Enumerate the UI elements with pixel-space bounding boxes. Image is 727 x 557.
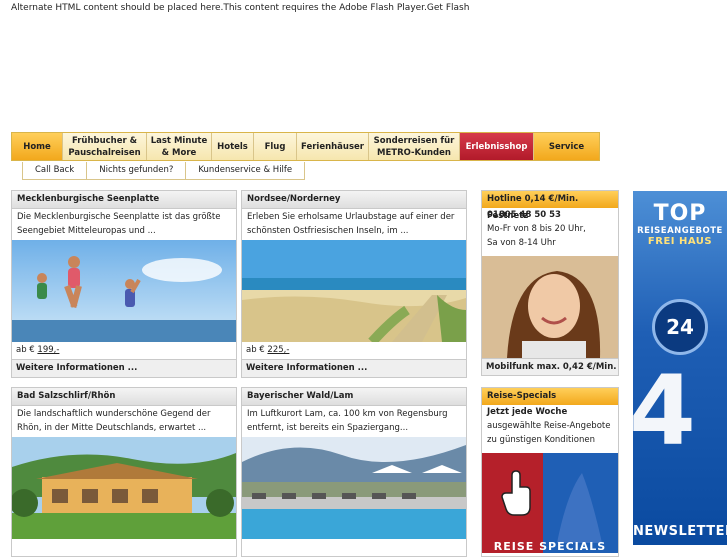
offer-price: ab € 225,- bbox=[246, 345, 290, 355]
hotline-agent-photo bbox=[482, 256, 618, 358]
price-value[interactable]: 199,- bbox=[37, 345, 59, 355]
offer-description: Erleben Sie erholsame Urlaubstage auf ei… bbox=[247, 212, 455, 236]
offer-image-beach[interactable] bbox=[242, 240, 466, 342]
offer-description: Im Luftkurort Lam, ca. 100 km von Regens… bbox=[247, 409, 448, 433]
offer-title[interactable]: Bayerischer Wald/Lam bbox=[242, 388, 466, 406]
nav-last-minute[interactable]: Last Minute & More bbox=[147, 133, 212, 160]
specials-box: Reise-Specials Jetzt jede Woche ausgewäh… bbox=[481, 387, 619, 557]
offer-title[interactable]: Nordsee/Norderney bbox=[242, 191, 466, 209]
nav-erlebnisshop[interactable]: Erlebnisshop bbox=[460, 133, 534, 160]
banner-big-four: 4 bbox=[633, 355, 696, 467]
banner-24-badge: 24 bbox=[652, 299, 708, 355]
nav-ferienhaeuser[interactable]: Ferienhäuser bbox=[297, 133, 369, 160]
flash-notice: Alternate HTML content should be placed … bbox=[11, 3, 470, 13]
specials-banner[interactable]: REISE SPECIALS bbox=[482, 453, 618, 553]
banner-newsletter: NEWSLETTER bbox=[633, 524, 727, 539]
banner-reiseangebote: REISEANGEBOTE bbox=[637, 226, 723, 236]
banner-frei-haus: FREI HAUS bbox=[647, 236, 713, 247]
hand-cursor-icon bbox=[501, 470, 531, 516]
more-info-link[interactable]: Weitere Informationen ... bbox=[12, 359, 236, 377]
offer-description: Die landschaftlich wunderschöne Gegend d… bbox=[17, 409, 211, 433]
nav-service[interactable]: Service bbox=[534, 133, 599, 160]
hotline-box: Hotline 0,14 €/Min. Festnetz 01805 48 50… bbox=[481, 190, 619, 376]
offer-title[interactable]: Bad Salzschlirf/Rhön bbox=[12, 388, 236, 406]
offer-card-mecklenburg: Mecklenburgische Seenplatte Die Mecklenb… bbox=[11, 190, 237, 378]
offer-image-hotel[interactable] bbox=[12, 437, 236, 539]
hotline-hours-weekday: Mo-Fr von 8 bis 20 Uhr, bbox=[487, 224, 586, 234]
offer-card-nordsee: Nordsee/Norderney Erleben Sie erholsame … bbox=[241, 190, 467, 378]
offer-image-pool[interactable] bbox=[242, 437, 466, 539]
nav-hotels[interactable]: Hotels bbox=[212, 133, 254, 160]
specials-banner-text: REISE SPECIALS bbox=[493, 540, 607, 553]
specials-line-1: ausgewählte Reise-Angebote bbox=[487, 421, 611, 431]
offer-price: ab € 199,- bbox=[16, 345, 60, 355]
sub-nav: Call Back Nichts gefunden? Kundenservice… bbox=[22, 162, 306, 180]
hotline-mobile-rate: Mobilfunk max. 0,42 €/Min. bbox=[482, 358, 618, 375]
main-nav: Home Frühbucher & Pauschalreisen Last Mi… bbox=[11, 132, 600, 161]
hotline-hours-saturday: Sa von 8-14 Uhr bbox=[487, 238, 556, 248]
nav-home[interactable]: Home bbox=[12, 133, 63, 160]
subnav-kundenservice[interactable]: Kundenservice & Hilfe bbox=[186, 162, 304, 179]
specials-headline: Jetzt jede Woche bbox=[487, 407, 568, 417]
newsletter-banner[interactable]: TOP REISEANGEBOTE FREI HAUS 24 4 NEWSLET… bbox=[633, 191, 727, 545]
hotline-title: Hotline 0,14 €/Min. Festnetz bbox=[482, 191, 618, 221]
hotline-phone[interactable]: 01805 48 50 53 bbox=[482, 208, 618, 222]
nav-sonderreisen[interactable]: Sonderreisen für METRO-Kunden bbox=[369, 133, 460, 160]
subnav-call-back[interactable]: Call Back bbox=[23, 162, 88, 179]
subnav-nichts-gefunden[interactable]: Nichts gefunden? bbox=[87, 162, 187, 179]
nav-fruehbucher[interactable]: Frühbucher & Pauschalreisen bbox=[63, 133, 147, 160]
offer-image-lake[interactable] bbox=[12, 240, 236, 342]
more-info-link[interactable]: Weitere Informationen ... bbox=[242, 359, 466, 377]
nav-flug[interactable]: Flug bbox=[254, 133, 297, 160]
specials-title[interactable]: Reise-Specials bbox=[482, 388, 618, 405]
specials-line-2: zu günstigen Konditionen bbox=[487, 435, 595, 445]
offer-description: Die Mecklenburgische Seenplatte ist das … bbox=[17, 212, 221, 236]
offer-card-bayerischer-wald: Bayerischer Wald/Lam Im Luftkurort Lam, … bbox=[241, 387, 467, 557]
offer-card-bad-salzschlirf: Bad Salzschlirf/Rhön Die landschaftlich … bbox=[11, 387, 237, 557]
banner-top: TOP bbox=[653, 201, 707, 226]
offer-title[interactable]: Mecklenburgische Seenplatte bbox=[12, 191, 236, 209]
price-value[interactable]: 225,- bbox=[267, 345, 289, 355]
